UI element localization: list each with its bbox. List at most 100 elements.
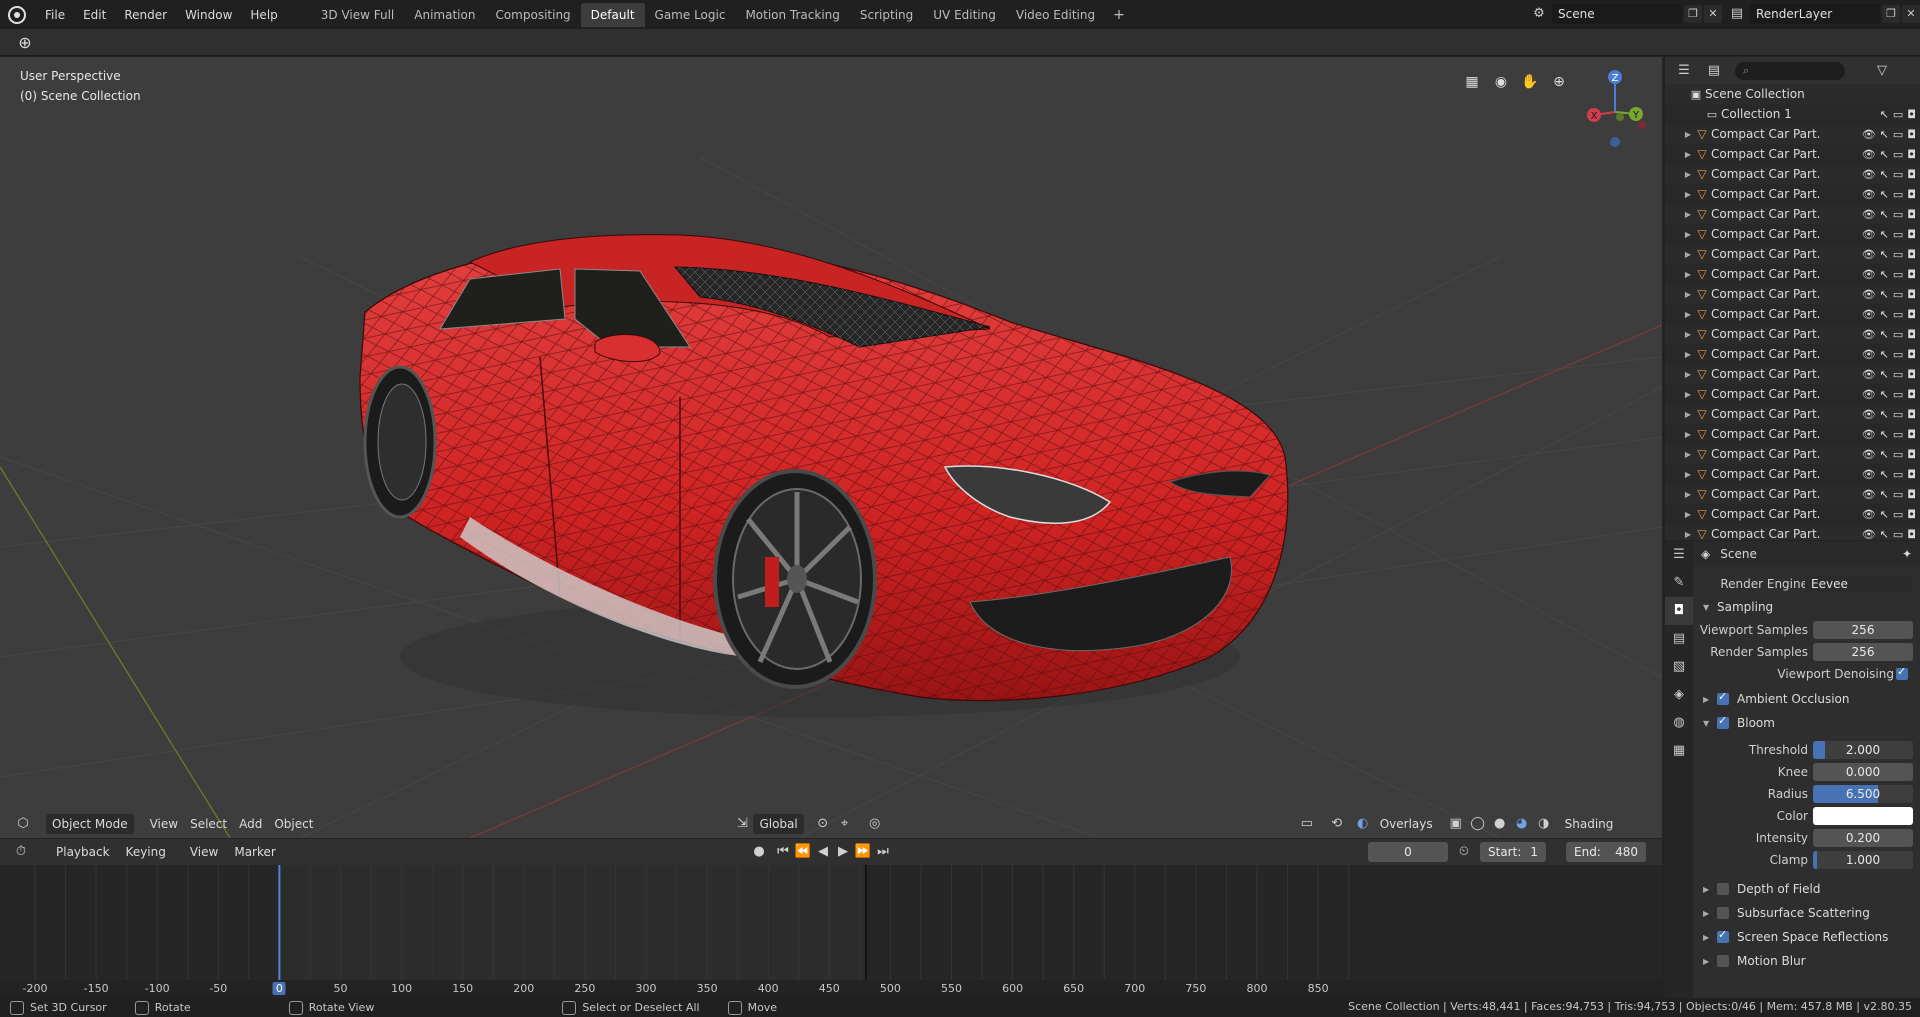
outliner-item[interactable]: ▶ ▽ Compact Car Part.005 👁 ↖ ▭ ◘ <box>1665 204 1920 224</box>
ambient-occlusion-checkbox[interactable] <box>1717 690 1729 705</box>
outliner-item[interactable]: ▶ ▽ Compact Car Part.003 👁 ↖ ▭ ◘ <box>1665 164 1920 184</box>
expand-arrow-icon[interactable]: ▶ <box>1683 230 1693 239</box>
object-mode-dropdown[interactable]: Object Mode <box>46 814 134 834</box>
car-model[interactable] <box>359 234 1289 717</box>
select-toggle-icon[interactable]: ↖ <box>1880 448 1889 461</box>
gizmo-toggle-icon[interactable]: ⟲ <box>1326 814 1348 834</box>
viewport-toggle-icon[interactable]: ▭ <box>1893 468 1903 481</box>
viewport-toggle-icon[interactable]: ▭ <box>1893 348 1903 361</box>
render-tab-icon[interactable]: ◘ <box>1665 597 1693 625</box>
menu-window[interactable]: Window <box>176 4 241 26</box>
select-toggle-icon[interactable]: ↖ <box>1880 428 1889 441</box>
sampling-section-header[interactable]: ▼ Sampling <box>1693 595 1920 619</box>
menu-timeline-view[interactable]: View <box>184 842 224 862</box>
outliner-item[interactable]: ▶ ▽ Compact Car Part.025 👁 ↖ ▭ ◘ <box>1665 464 1920 484</box>
viewport-toggle-icon[interactable]: ▭ <box>1893 528 1903 541</box>
expand-arrow-icon[interactable]: ▶ <box>1683 430 1693 439</box>
select-toggle-icon[interactable]: ↖ <box>1880 508 1889 521</box>
expand-arrow-icon[interactable]: ▶ <box>1683 150 1693 159</box>
proportional-edit-icon[interactable]: ◎ <box>864 814 886 834</box>
render-samples-field[interactable]: 256 <box>1813 643 1913 661</box>
tab-3d-view-full[interactable]: 3D View Full <box>311 3 405 27</box>
render-layer-copy-icon[interactable]: ❐ <box>1882 5 1900 23</box>
select-toggle-icon[interactable]: ↖ <box>1880 208 1889 221</box>
expand-arrow-icon[interactable]: ▶ <box>1683 210 1693 219</box>
outliner-item[interactable]: ▶ ▽ Compact Car Part.030 👁 ↖ ▭ ◘ <box>1665 524 1920 540</box>
select-toggle-icon[interactable]: ↖ <box>1880 108 1889 121</box>
expand-arrow-icon[interactable]: ▶ <box>1683 410 1693 419</box>
select-toggle-icon[interactable]: ↖ <box>1880 468 1889 481</box>
play-reverse-icon[interactable]: ◀ <box>812 842 834 862</box>
tab-compositing[interactable]: Compositing <box>485 3 580 27</box>
select-toggle-icon[interactable]: ↖ <box>1880 168 1889 181</box>
expand-arrow-icon[interactable]: ▶ <box>1683 350 1693 359</box>
expand-arrow-icon[interactable]: ▶ <box>1683 310 1693 319</box>
render-toggle-icon[interactable]: ◘ <box>1907 308 1916 321</box>
outliner-editor-icon[interactable]: ☰ <box>1673 61 1695 81</box>
viewport-toggle-icon[interactable]: ▭ <box>1893 448 1903 461</box>
viewport-toggle-icon[interactable]: ▭ <box>1893 288 1903 301</box>
expand-arrow-icon[interactable]: ▶ <box>1683 270 1693 279</box>
select-toggle-icon[interactable]: ↖ <box>1880 128 1889 141</box>
next-keyframe-icon[interactable]: ⏩ <box>852 842 874 862</box>
tab-scripting[interactable]: Scripting <box>850 3 923 27</box>
overlays-dropdown[interactable]: Overlays <box>1374 814 1439 834</box>
viewport-toggle-icon[interactable]: ▭ <box>1893 228 1903 241</box>
bloom-intensity-field[interactable]: 0.200 <box>1813 829 1913 847</box>
render-toggle-icon[interactable]: ◘ <box>1907 528 1916 541</box>
end-frame-field[interactable]: End: 480 <box>1566 842 1646 862</box>
viewport-toggle-icon[interactable]: ▭ <box>1893 508 1903 521</box>
scene-tab-icon[interactable]: ◈ <box>1665 681 1693 709</box>
menu-render[interactable]: Render <box>115 4 176 26</box>
wireframe-shading-icon[interactable]: ◯ <box>1467 814 1489 834</box>
render-layer-icon[interactable]: ▤ <box>1724 4 1750 24</box>
render-toggle-icon[interactable]: ◘ <box>1907 288 1916 301</box>
expand-arrow-icon[interactable]: ▶ <box>1683 450 1693 459</box>
camera-view-icon[interactable]: ◉ <box>1489 70 1513 94</box>
tool-tab-icon[interactable]: ✎ <box>1665 569 1693 597</box>
visibility-eye-icon[interactable]: 👁 <box>1862 528 1876 541</box>
bloom-section-header[interactable]: ▼ Bloom <box>1693 711 1920 735</box>
visibility-eye-icon[interactable]: 👁 <box>1862 388 1876 401</box>
bloom-checkbox[interactable] <box>1717 714 1729 729</box>
expand-arrow-icon[interactable]: ▶ <box>1683 390 1693 399</box>
tab-uv-editing[interactable]: UV Editing <box>923 3 1006 27</box>
menu-marker[interactable]: Marker <box>228 842 281 862</box>
frame-ruler[interactable]: -200 -150 -100 -50 0 50 100 150 200 250 300 350 400 4… <box>0 980 1662 998</box>
render-toggle-icon[interactable]: ◘ <box>1907 388 1916 401</box>
3d-viewport[interactable]: Z Y X User Perspective (0) Scene Collect… <box>0 57 1662 838</box>
outliner-item[interactable]: ▶ ▽ Compact Car Part.023 👁 ↖ ▭ ◘ <box>1665 424 1920 444</box>
render-toggle-icon[interactable]: ◘ <box>1907 488 1916 501</box>
select-toggle-icon[interactable]: ↖ <box>1880 188 1889 201</box>
blender-logo-icon[interactable] <box>8 5 26 24</box>
prev-keyframe-icon[interactable]: ⏪ <box>792 842 814 862</box>
select-toggle-icon[interactable]: ↖ <box>1880 228 1889 241</box>
jump-end-icon[interactable]: ⏭ <box>872 842 894 862</box>
menu-file[interactable]: File <box>36 4 74 26</box>
render-toggle-icon[interactable]: ◘ <box>1907 228 1916 241</box>
outliner-item[interactable]: ▶ ▽ Compact Car Part.012 👁 ↖ ▭ ◘ <box>1665 264 1920 284</box>
render-toggle-icon[interactable]: ◘ <box>1907 348 1916 361</box>
expand-arrow-icon[interactable]: ▶ <box>1683 190 1693 199</box>
material-shading-icon[interactable]: ◕ <box>1511 814 1533 834</box>
play-icon[interactable]: ▶ <box>832 842 854 862</box>
bloom-clamp-field[interactable]: 1.000 <box>1813 851 1913 869</box>
visibility-eye-icon[interactable]: 👁 <box>1862 468 1876 481</box>
select-toggle-icon[interactable]: ↖ <box>1880 388 1889 401</box>
section-checkbox[interactable] <box>1717 955 1729 967</box>
overlays-icon[interactable]: ◐ <box>1352 814 1374 834</box>
outliner-item[interactable]: ▶ ▽ Compact Car Part.010 👁 ↖ ▭ ◘ <box>1665 224 1920 244</box>
visibility-eye-icon[interactable]: 👁 <box>1862 488 1876 501</box>
preview-range-icon[interactable]: ⏲ <box>1453 842 1475 862</box>
render-engine-dropdown[interactable]: Eevee <box>1805 575 1913 593</box>
render-toggle-icon[interactable]: ◘ <box>1907 368 1916 381</box>
bloom-radius-field[interactable]: 6.500 <box>1813 785 1913 803</box>
visibility-eye-icon[interactable]: 👁 <box>1862 368 1876 381</box>
render-toggle-icon[interactable]: ◘ <box>1907 328 1916 341</box>
render-toggle-icon[interactable]: ◘ <box>1907 468 1916 481</box>
section-motion-blur[interactable]: ▶ Motion Blur <box>1693 949 1920 973</box>
section-subsurface-scattering[interactable]: ▶ Subsurface Scattering <box>1693 901 1920 925</box>
select-toggle-icon[interactable]: ↖ <box>1880 488 1889 501</box>
tab-motion-tracking[interactable]: Motion Tracking <box>735 3 849 27</box>
outliner-item[interactable]: ▶ ▽ Compact Car Part.024 👁 ↖ ▭ ◘ <box>1665 444 1920 464</box>
